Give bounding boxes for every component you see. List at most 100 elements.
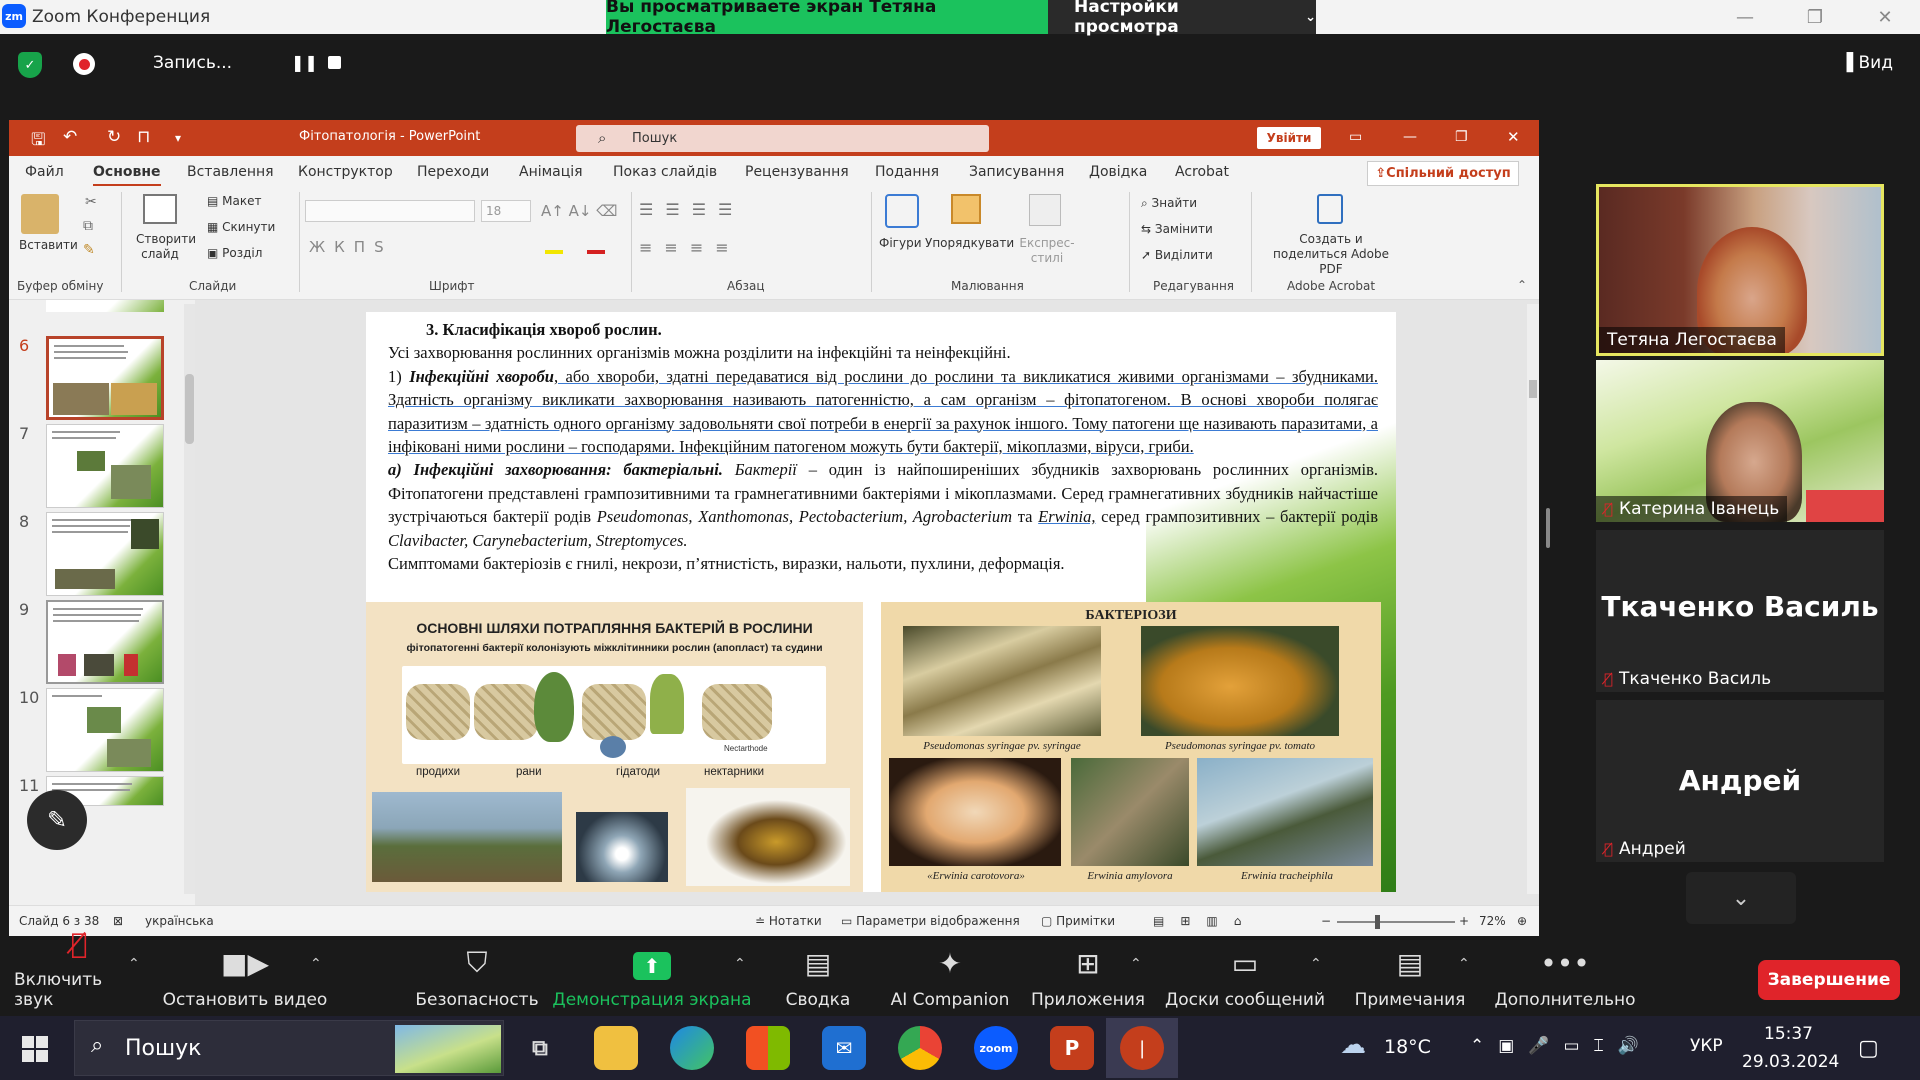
close-icon[interactable]: ✕ bbox=[1850, 0, 1920, 34]
tab-help[interactable]: Довідка bbox=[1089, 164, 1147, 180]
scrollbar-thumb[interactable] bbox=[185, 374, 194, 444]
display-settings-button[interactable]: ▭ Параметри відображення bbox=[841, 914, 1020, 928]
format-painter-icon[interactable]: ✎ bbox=[83, 242, 95, 258]
language-indicator[interactable]: українська bbox=[145, 914, 214, 928]
layout-button[interactable]: ▤ Макет bbox=[207, 194, 261, 208]
apps-button[interactable]: ⊞ Приложения bbox=[1030, 936, 1146, 1016]
view-settings-button[interactable]: Настройки просмотра ⌄ bbox=[1048, 0, 1316, 37]
gallery-scroll-down-icon[interactable]: ⌄ bbox=[1686, 872, 1796, 924]
notes-button[interactable]: ≐ Нотатки bbox=[755, 914, 822, 928]
ppt-minimize-icon[interactable]: — bbox=[1403, 129, 1417, 145]
spellcheck-icon[interactable]: ⊠ bbox=[113, 914, 123, 928]
tab-slideshow[interactable]: Показ слайдів bbox=[613, 164, 717, 180]
shapes-icon[interactable] bbox=[885, 194, 919, 228]
whiteboards-button[interactable]: ▭ Доски сообщений bbox=[1162, 936, 1328, 1016]
ppt-close-icon[interactable]: ✕ bbox=[1507, 128, 1520, 146]
view-button[interactable]: ▐ Вид bbox=[1840, 53, 1893, 73]
tab-view[interactable]: Подання bbox=[875, 164, 939, 180]
paste-icon[interactable] bbox=[21, 194, 59, 234]
scrollbar-thumb[interactable] bbox=[1529, 380, 1537, 398]
copy-icon[interactable]: ⧉ bbox=[83, 218, 93, 234]
select-button[interactable]: ➚ Виділити bbox=[1141, 248, 1213, 262]
zoom-app-icon[interactable]: zoom bbox=[974, 1026, 1018, 1070]
audio-options-chevron-icon[interactable]: ⌃ bbox=[128, 956, 140, 972]
file-explorer-icon[interactable] bbox=[594, 1026, 638, 1070]
unmute-button[interactable]: 🎙̸ Включить звук bbox=[14, 927, 144, 1016]
undo-icon[interactable]: ↶ bbox=[63, 127, 77, 147]
new-slide-icon[interactable] bbox=[143, 194, 177, 224]
participant-tile[interactable]: Ткаченко Василь 🎙̸ Ткаченко Василь bbox=[1596, 530, 1884, 692]
tab-file[interactable]: Файл bbox=[25, 164, 64, 180]
slide-thumbnail[interactable] bbox=[46, 424, 164, 508]
save-icon[interactable]: 🖫 bbox=[31, 127, 45, 156]
taskbar-search-box[interactable]: ⌕ Пошук bbox=[74, 1020, 504, 1076]
font-grow-icon[interactable]: A↑ A↓ ⌫ bbox=[541, 202, 617, 220]
find-button[interactable]: ⌕ Знайти bbox=[1141, 196, 1197, 211]
stop-recording-icon[interactable] bbox=[328, 56, 341, 69]
whiteboard-options-chevron-icon[interactable]: ⌃ bbox=[1310, 956, 1322, 972]
customize-toolbar-icon[interactable]: ▾ bbox=[175, 131, 181, 145]
present-icon[interactable]: ⊓ bbox=[137, 127, 150, 147]
font-name-select[interactable] bbox=[305, 200, 475, 222]
share-options-chevron-icon[interactable]: ⌃ bbox=[734, 956, 746, 972]
view-mode-icons[interactable]: ▤⊞▥⌂ bbox=[1153, 914, 1257, 928]
list-icons[interactable]: ☰☰☰☰ bbox=[639, 200, 744, 219]
tab-transitions[interactable]: Переходи bbox=[417, 164, 489, 180]
zoom-slider[interactable] bbox=[1337, 921, 1455, 923]
ai-companion-button[interactable]: ✦ AI Companion bbox=[880, 936, 1020, 1016]
weather-cloud-icon[interactable]: ☁ bbox=[1340, 1030, 1366, 1060]
keyboard-language[interactable]: УКР bbox=[1690, 1036, 1723, 1056]
font-size-select[interactable]: 18 bbox=[481, 200, 531, 222]
fit-slide-icon[interactable]: ⊕ bbox=[1517, 914, 1527, 928]
ribbon-display-icon[interactable]: ▭ bbox=[1349, 129, 1362, 145]
cut-icon[interactable]: ✂ bbox=[85, 194, 97, 210]
slide-thumbnail[interactable] bbox=[46, 512, 164, 596]
ppt-search-box[interactable]: ⌕ Пошук bbox=[576, 125, 989, 152]
quick-styles-icon[interactable] bbox=[1029, 194, 1061, 226]
mail-icon[interactable]: ✉ bbox=[822, 1026, 866, 1070]
section-button[interactable]: ▣ Розділ bbox=[207, 246, 262, 260]
minimize-icon[interactable]: — bbox=[1710, 0, 1780, 34]
tab-acrobat[interactable]: Acrobat bbox=[1175, 164, 1229, 180]
zoom-level[interactable]: 72% bbox=[1479, 914, 1506, 928]
login-button[interactable]: Увійти bbox=[1257, 127, 1321, 149]
slide-thumbnail[interactable] bbox=[46, 600, 164, 684]
reset-button[interactable]: ▦ Скинути bbox=[207, 220, 275, 234]
system-tray-icons[interactable]: ⌃▣🎤▭⌶🔊 bbox=[1470, 1036, 1653, 1056]
arrange-icon[interactable] bbox=[951, 194, 981, 224]
quick-styles-label[interactable]: Експрес-стилі bbox=[1019, 236, 1075, 266]
redo-icon[interactable]: ↻ bbox=[107, 127, 121, 147]
arrange-label[interactable]: Упорядкувати bbox=[925, 236, 1014, 250]
summary-button[interactable]: ▤ Сводка bbox=[778, 936, 858, 1016]
weather-temperature[interactable]: 18°C bbox=[1384, 1036, 1431, 1058]
shapes-label[interactable]: Фігури bbox=[879, 236, 922, 250]
zoom-slider-handle[interactable] bbox=[1375, 915, 1380, 929]
powerpoint-app-icon[interactable]: P bbox=[1050, 1026, 1094, 1070]
participant-tile-active-speaker[interactable]: Тетяна Легостаєва bbox=[1596, 184, 1884, 356]
clock-time[interactable]: 15:37 bbox=[1764, 1024, 1813, 1044]
slide-scrollbar[interactable] bbox=[1527, 304, 1539, 894]
tab-insert[interactable]: Вставлення bbox=[187, 164, 274, 180]
slide-text-block[interactable]: 3. Класифікація хвороб рослин. Усі захво… bbox=[388, 318, 1378, 575]
paste-label[interactable]: Вставити bbox=[19, 238, 78, 252]
replace-button[interactable]: ⇆ Замінити bbox=[1141, 222, 1213, 236]
apps-options-chevron-icon[interactable]: ⌃ bbox=[1130, 956, 1142, 972]
zoom-out-icon[interactable]: − bbox=[1321, 914, 1331, 928]
encryption-shield-icon[interactable]: ✓ bbox=[18, 52, 42, 78]
stop-video-button[interactable]: ■▶ Остановить видео bbox=[160, 936, 330, 1016]
participant-tile[interactable]: Андрей 🎙̸ Андрей bbox=[1596, 700, 1884, 862]
collapse-ribbon-icon[interactable]: ⌃ bbox=[1517, 278, 1527, 292]
chrome-icon[interactable] bbox=[898, 1026, 942, 1070]
share-access-button[interactable]: ⇪ Спільний доступ bbox=[1367, 161, 1519, 186]
share-screen-button[interactable]: ⬆ Демонстрация экрана bbox=[552, 936, 752, 1016]
tab-recording[interactable]: Записування bbox=[969, 164, 1064, 180]
tab-home[interactable]: Основне bbox=[93, 164, 161, 187]
clock-date[interactable]: 29.03.2024 bbox=[1742, 1052, 1839, 1072]
tab-design[interactable]: Конструктор bbox=[298, 164, 393, 180]
pen-annotation-icon[interactable]: ✎ bbox=[27, 790, 87, 850]
video-options-chevron-icon[interactable]: ⌃ bbox=[310, 956, 322, 972]
highlight-icon[interactable] bbox=[545, 236, 563, 254]
slide-thumbnail[interactable] bbox=[46, 300, 164, 312]
participant-tile[interactable]: 🎙̸ Катерина Іванець bbox=[1596, 360, 1884, 522]
slide-thumbnail[interactable] bbox=[46, 688, 164, 772]
